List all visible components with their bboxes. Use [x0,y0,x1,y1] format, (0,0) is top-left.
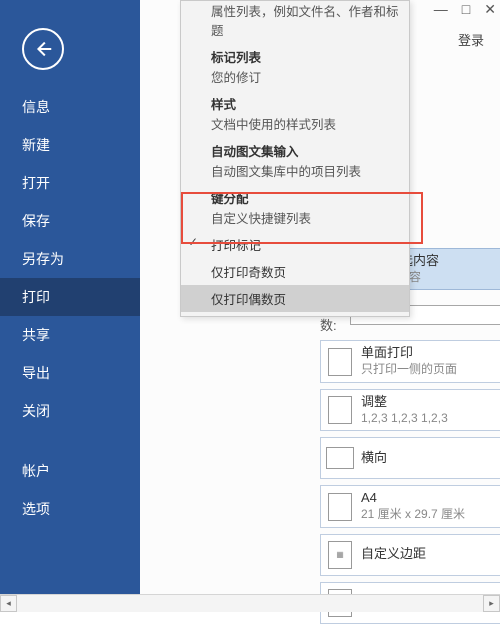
dd-title: 样式 [211,90,409,114]
opt-title: 自定义边距 [361,546,500,563]
dd-sub: 自动图文集库中的项目列表 [211,161,409,184]
dd-sub: 文档中使用的样式列表 [211,114,409,137]
scroll-track[interactable] [17,595,483,612]
opt-orientation[interactable]: 横向 ▾ [320,437,500,479]
nav-print[interactable]: 打印 [0,278,140,316]
scroll-right-icon[interactable]: ▸ [483,595,500,612]
opt-margins[interactable]: ▦ 自定义边距 ▾ [320,534,500,576]
dd-item[interactable]: 键分配 自定义快捷键列表 [181,184,409,231]
collate-icon [328,396,352,424]
back-button[interactable] [22,28,64,70]
opt-collate[interactable]: 调整 1,2,3 1,2,3 1,2,3 ▾ [320,389,500,431]
dd-print-markup[interactable]: ✓ 打印标记 [181,231,409,258]
nav-saveas[interactable]: 另存为 [0,240,140,278]
landscape-icon [326,447,354,469]
dd-item[interactable]: 自动图文集输入 自动图文集库中的项目列表 [181,137,409,184]
opt-title: 横向 [361,450,500,467]
nav-close[interactable]: 关闭 [0,392,140,430]
opt-title: 调整 [361,394,500,411]
nav-options[interactable]: 选项 [0,490,140,528]
login-link[interactable]: 登录 [458,30,484,49]
dd-item[interactable]: 标记列表 您的修订 [181,43,409,90]
page-icon [328,348,352,376]
margins-icon: ▦ [328,541,352,569]
nav-list: 信息 新建 打开 保存 另存为 打印 共享 导出 关闭 帐户 选项 [0,88,140,528]
dd-title: 键分配 [211,184,409,208]
scroll-left-icon[interactable]: ◂ [0,595,17,612]
dd-title: 标记列表 [211,43,409,67]
opt-single-side[interactable]: 单面打印 只打印一侧的页面 ▾ [320,340,500,382]
backstage-sidebar: 信息 新建 打开 保存 另存为 打印 共享 导出 关闭 帐户 选项 [0,0,140,594]
opt-paper-size[interactable]: A4 21 厘米 x 29.7 厘米 ▾ [320,485,500,527]
opt-title: A4 [361,490,500,507]
dd-item[interactable]: 样式 文档中使用的样式列表 [181,90,409,137]
nav-open[interactable]: 打开 [0,164,140,202]
close-icon[interactable]: ✕ [484,2,496,16]
page-icon [328,493,352,521]
nav-export[interactable]: 导出 [0,354,140,392]
dd-title: 自动图文集输入 [211,137,409,161]
opt-sub: 只打印一侧的页面 [361,362,500,378]
arrow-left-icon [32,38,54,60]
opt-sub: 1,2,3 1,2,3 1,2,3 [361,411,500,427]
print-what-dropdown: 属性列表，例如文件名、作者和标题 标记列表 您的修订 样式 文档中使用的样式列表… [180,0,410,317]
dd-sub: 自定义快捷键列表 [211,208,409,231]
horizontal-scrollbar[interactable]: ◂ ▸ [0,594,500,611]
minimize-icon[interactable]: — [434,2,448,16]
opt-sub: 21 厘米 x 29.7 厘米 [361,507,500,523]
dd-even-pages[interactable]: 仅打印偶数页 [181,285,409,312]
dd-odd-pages[interactable]: 仅打印奇数页 [181,258,409,285]
maximize-icon[interactable]: □ [462,2,470,16]
nav-info[interactable]: 信息 [0,88,140,126]
nav-new[interactable]: 新建 [0,126,140,164]
nav-account[interactable]: 帐户 [0,452,140,490]
dd-hint: 属性列表，例如文件名、作者和标题 [211,1,409,43]
nav-share[interactable]: 共享 [0,316,140,354]
nav-save[interactable]: 保存 [0,202,140,240]
opt-title: 单面打印 [361,345,500,362]
dd-sub: 您的修订 [211,67,409,90]
check-icon: ✓ [188,235,198,249]
